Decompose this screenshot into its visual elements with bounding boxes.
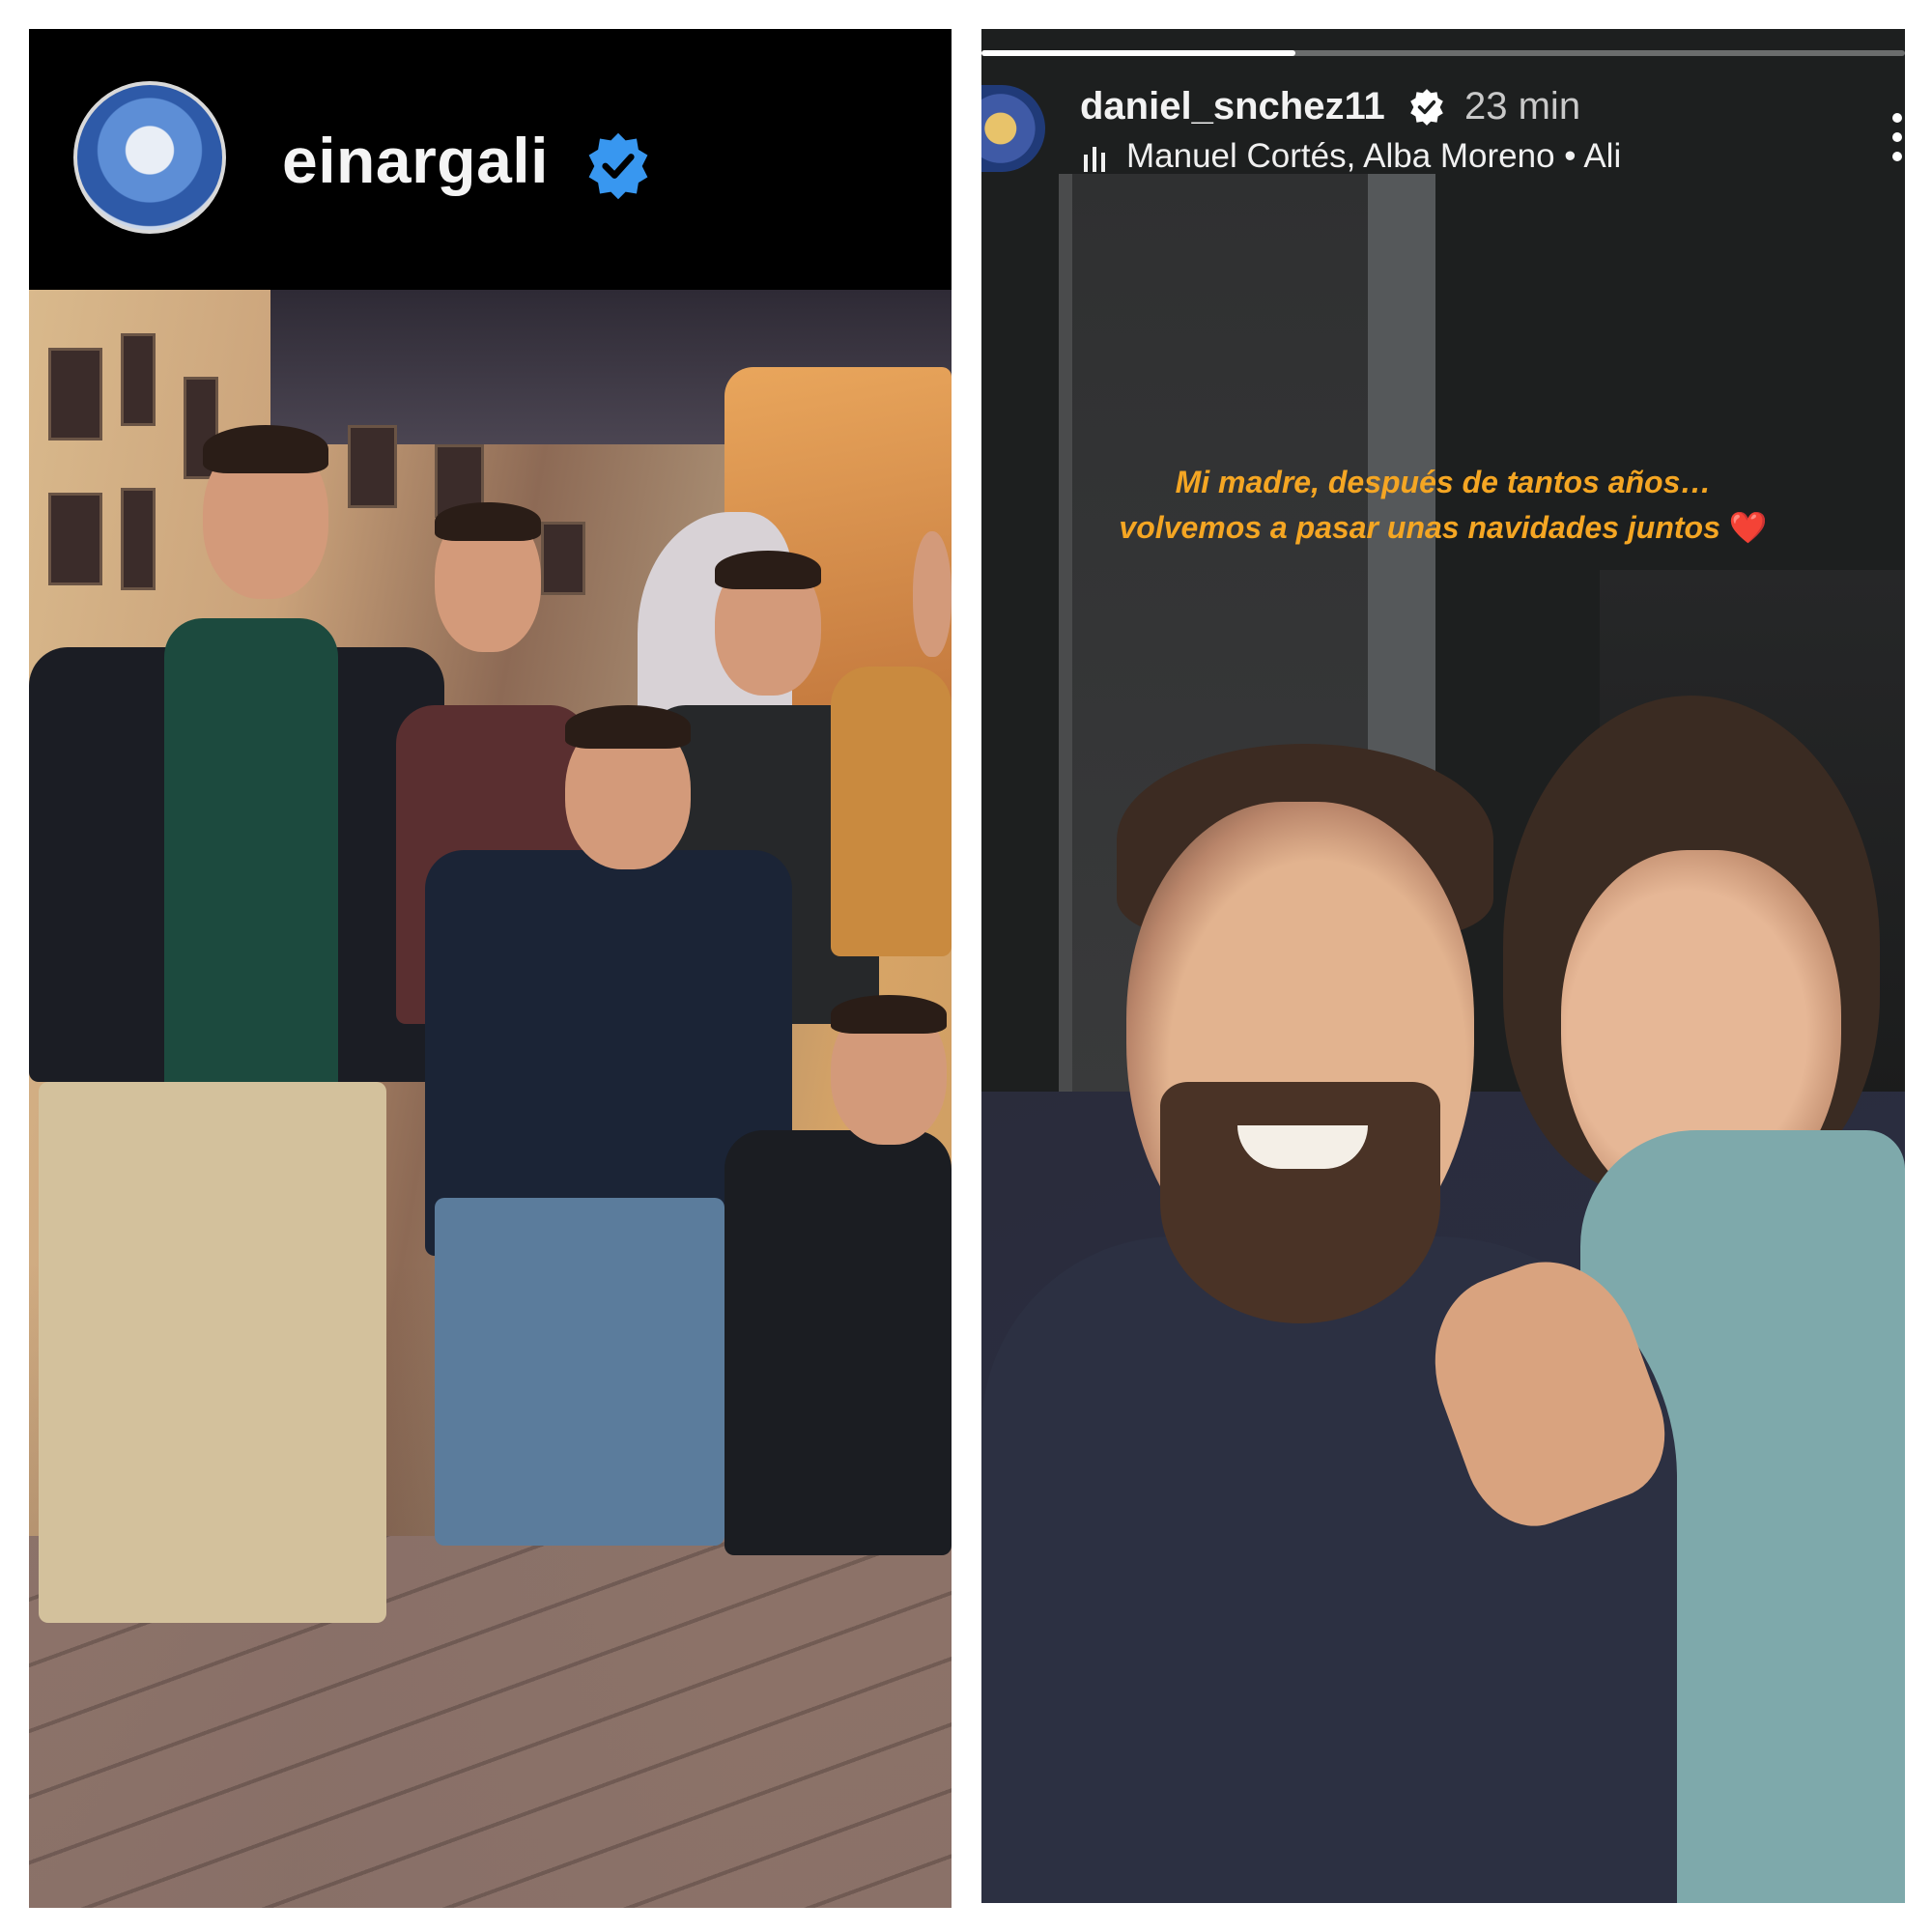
building-window bbox=[48, 348, 102, 440]
caption-line-1: Mi madre, después de tantos años… bbox=[1175, 465, 1712, 499]
man-beard bbox=[1160, 1082, 1440, 1323]
verified-badge-icon bbox=[1410, 89, 1443, 126]
more-options-icon[interactable] bbox=[1889, 108, 1905, 176]
building-window bbox=[121, 333, 156, 426]
caption-line-2: volvemos a pasar unas navidades juntos ❤… bbox=[981, 505, 1905, 551]
building-window bbox=[121, 488, 156, 590]
building-window bbox=[541, 522, 585, 595]
left-story-panel: einargali bbox=[29, 29, 952, 1908]
music-attribution[interactable]: Manuel Cortés, Alba Moreno • Ali bbox=[1126, 137, 1621, 176]
music-bars-icon bbox=[1084, 147, 1105, 172]
building-window bbox=[348, 425, 397, 508]
profile-avatar[interactable] bbox=[981, 85, 1045, 172]
username[interactable]: daniel_snchez11 bbox=[1080, 85, 1385, 128]
right-story-panel: daniel_snchez11 23 min Manuel Cortés, Al… bbox=[981, 29, 1905, 1903]
building-window bbox=[48, 493, 102, 585]
left-story-header: einargali bbox=[29, 29, 952, 290]
story-caption: Mi madre, después de tantos años… volvem… bbox=[981, 460, 1905, 551]
group-photo bbox=[29, 290, 952, 1908]
story-progress-fill bbox=[981, 50, 1296, 56]
heart-emoji: ❤️ bbox=[1728, 510, 1768, 545]
time-ago: 23 min bbox=[1464, 85, 1581, 128]
username[interactable]: einargali bbox=[282, 124, 549, 197]
verified-badge-icon bbox=[588, 132, 648, 200]
caption-line-2-text: volvemos a pasar unas navidades juntos bbox=[1119, 510, 1720, 545]
profile-avatar[interactable] bbox=[73, 81, 226, 234]
